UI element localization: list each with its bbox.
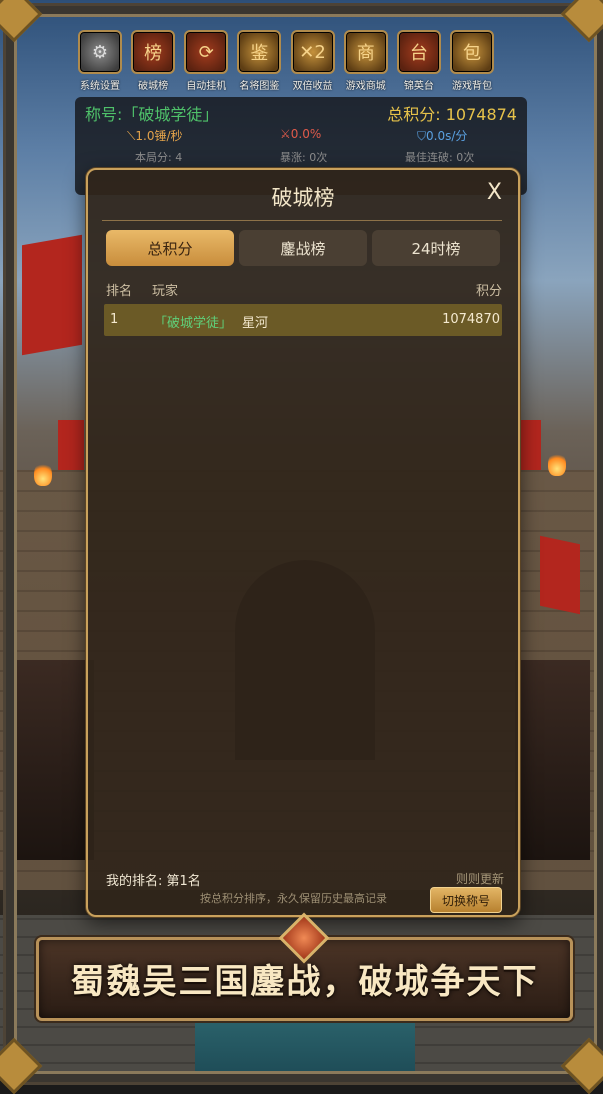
player-title: 称号:「破城学徒」 xyxy=(85,105,219,124)
divider xyxy=(102,220,502,221)
tab-bar: 总积分 鏖战榜 24时榜 xyxy=(106,230,500,266)
modal-title: 破城榜 xyxy=(271,186,335,210)
header-score: 积分 xyxy=(475,284,502,299)
auto-button[interactable]: ⟳ 自动挂机 xyxy=(182,30,230,92)
row-title: 「破城学徒」 xyxy=(154,316,233,331)
best-streak: 最佳连破: 0次 xyxy=(405,151,475,164)
row-score: 1074870 xyxy=(442,312,500,327)
header-player: 玩家 xyxy=(152,284,179,299)
switch-title-button[interactable]: 切换称号 xyxy=(430,887,502,913)
rank-button[interactable]: 榜 破城榜 xyxy=(129,30,177,92)
tower-button[interactable]: 台 锦英台 xyxy=(395,30,443,92)
war-flag xyxy=(58,420,84,470)
close-button[interactable]: X xyxy=(487,180,502,205)
row-rank: 1 xyxy=(110,312,119,327)
auto-icon: ⟳ xyxy=(184,30,229,74)
sort-note: 按总积分排序，永久保留历史最高记录 xyxy=(200,892,387,905)
icon-label: 破城榜 xyxy=(138,81,169,92)
icon-label: 系统设置 xyxy=(80,81,120,92)
shop-icon: 商 xyxy=(343,30,388,74)
icon-label: 游戏背包 xyxy=(451,81,492,92)
tower-icon: 台 xyxy=(396,30,441,74)
hammer-speed: ⟍1.0锤/秒 xyxy=(127,129,183,143)
update-rule: 则则更新 xyxy=(455,872,504,886)
double-icon: ✕2 xyxy=(290,30,335,74)
settings-icon: ⚙ xyxy=(78,30,122,74)
swords-icon: ⚔ xyxy=(280,127,291,141)
war-flag xyxy=(22,234,82,356)
soldiers-right xyxy=(515,660,590,860)
time-rate: ⛉0.0s/分 xyxy=(417,129,468,143)
icon-label: 锦英台 xyxy=(403,81,434,92)
leaderboard-modal: 破城榜 X 总积分 鏖战榜 24时榜 排名 玩家 积分 1 「破城学徒」 星河 … xyxy=(86,168,520,917)
rank-icon: 榜 xyxy=(131,30,176,74)
icon-label: 自动挂机 xyxy=(186,81,227,92)
bag-button[interactable]: 包 游戏背包 xyxy=(448,30,496,92)
war-flag xyxy=(540,535,580,615)
tab-battle[interactable]: 鏖战榜 xyxy=(239,230,367,266)
shop-button[interactable]: 商 游戏商城 xyxy=(342,30,390,92)
book-button[interactable]: 鉴 名将图鉴 xyxy=(235,30,283,92)
war-flag xyxy=(519,420,541,470)
icon-label: 游戏商城 xyxy=(345,81,386,92)
tab-total-score[interactable]: 总积分 xyxy=(106,230,234,266)
crit-rate: ⚔0.0% xyxy=(280,127,322,141)
row-player: 星河 xyxy=(242,316,269,331)
icon-label: 双倍收益 xyxy=(292,81,333,92)
double-button[interactable]: ✕2 双倍收益 xyxy=(289,30,337,92)
icon-label: 名将图鉴 xyxy=(239,81,280,92)
shield-icon: ⛉ xyxy=(417,129,427,143)
top-icon-bar: ⚙ 系统设置 榜 破城榜 ⟳ 自动挂机 鉴 名将图鉴 ✕2 双倍收益 商 游戏商… xyxy=(76,30,496,92)
table-row[interactable]: 1 「破城学徒」 星河 1074870 xyxy=(104,304,502,336)
torch-fire xyxy=(34,462,52,486)
header-rank: 排名 xyxy=(106,284,133,299)
book-icon: 鉴 xyxy=(237,30,282,74)
round-score: 本局分: 4 xyxy=(135,151,183,164)
boost-count: 暴涨: 0次 xyxy=(280,151,328,164)
soldiers-left xyxy=(14,660,94,860)
total-score: 总积分: 1074874 xyxy=(387,105,517,124)
tab-24h[interactable]: 24时榜 xyxy=(372,230,500,266)
bag-icon: 包 xyxy=(449,30,494,74)
torch-fire xyxy=(548,452,566,476)
my-rank: 我的排名: 第1名 xyxy=(106,874,201,889)
settings-button[interactable]: ⚙ 系统设置 xyxy=(76,30,124,92)
